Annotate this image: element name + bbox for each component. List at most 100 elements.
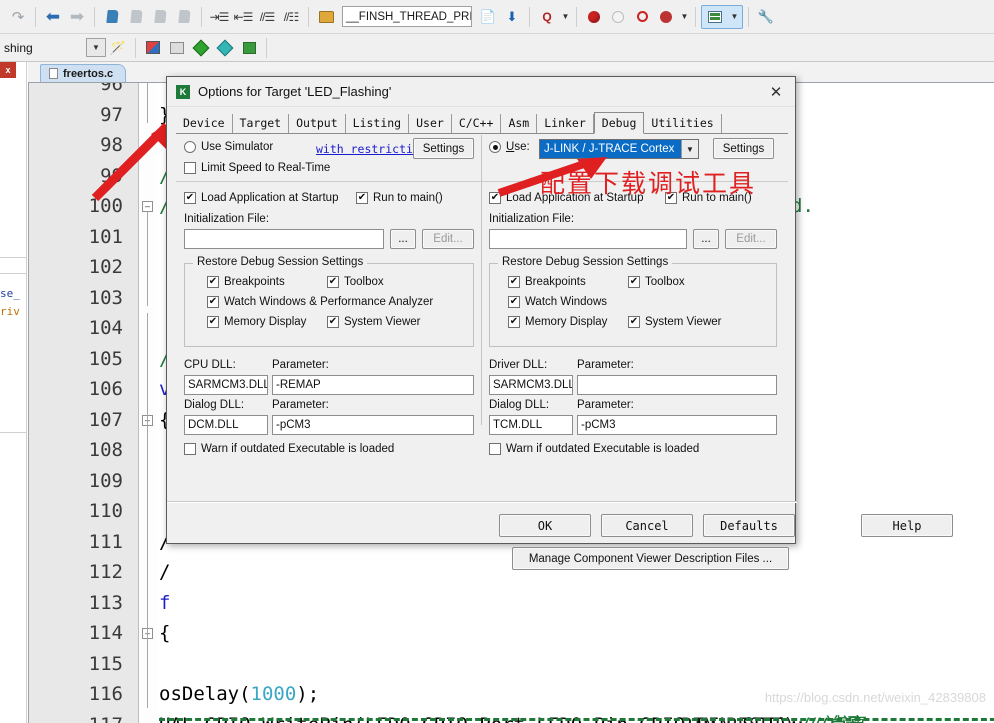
open-file-icon[interactable]	[314, 5, 338, 29]
bookmark-clear-icon[interactable]	[172, 5, 196, 29]
use-driver-radio[interactable]: UUse:se:	[489, 141, 530, 153]
init-file-browse-button-sim[interactable]: ...	[390, 229, 416, 249]
breakpoint-disable-all-icon[interactable]	[630, 5, 654, 29]
breakpoint-insert-icon[interactable]	[582, 5, 606, 29]
dialog-tab-target[interactable]: Target	[233, 114, 290, 133]
line-number: 107	[88, 408, 123, 431]
line-number: 96	[100, 82, 123, 95]
restore-memory-display-sim[interactable]: ✔ Memory Display	[207, 316, 306, 328]
restore-toolbox-drv[interactable]: ✔ Toolbox	[628, 276, 685, 288]
back-arrow-icon[interactable]: ⬅	[41, 5, 65, 29]
checkbox-icon: ✔	[327, 276, 339, 288]
restore-memory-display-drv[interactable]: ✔ Memory Display	[508, 316, 607, 328]
help-button[interactable]: Help	[861, 514, 953, 537]
restore-toolbox-sim[interactable]: ✔ Toolbox	[327, 276, 384, 288]
init-file-input-drv[interactable]	[489, 229, 687, 249]
dialog-param-input-drv[interactable]: -pCM3	[577, 415, 777, 435]
line-number: 104	[88, 317, 123, 339]
manage-components-icon[interactable]	[141, 36, 165, 60]
use-simulator-radio[interactable]: Use Simulator	[184, 141, 273, 153]
ok-button[interactable]: OK	[499, 514, 591, 537]
dialog-tab-asm[interactable]: Asm	[501, 114, 538, 133]
restore-watch-windows-sim[interactable]: ✔ Watch Windows & Performance Analyzer	[207, 296, 433, 308]
warn-outdated-checkbox-drv[interactable]: Warn if outdated Executable is loaded	[489, 443, 699, 455]
document-tab-freertos[interactable]: freertos.c	[40, 64, 127, 82]
init-file-input-sim[interactable]	[184, 229, 384, 249]
dialog-param-input-sim[interactable]: -pCM3	[272, 415, 474, 435]
debug-search-dropdown-icon[interactable]: ▼	[559, 5, 571, 29]
close-icon[interactable]: x	[0, 62, 16, 78]
restore-watch-windows-drv[interactable]: ✔ Watch Windows	[508, 296, 607, 308]
dialog-tab-device[interactable]: Device	[176, 114, 233, 133]
dialog-tab-output[interactable]: Output	[289, 114, 346, 133]
cpu-param-input[interactable]: -REMAP	[272, 375, 474, 395]
line-number: 112	[88, 561, 123, 583]
driver-settings-button[interactable]: Settings	[713, 138, 774, 159]
debug-search-icon[interactable]: Q	[535, 5, 559, 29]
driver-param-input[interactable]	[577, 375, 777, 395]
build-target-icon[interactable]	[213, 36, 237, 60]
translate-icon[interactable]	[189, 36, 213, 60]
build-toolbar: shing ▼ 🪄	[0, 34, 994, 62]
window-manager-icon[interactable]	[703, 5, 727, 29]
run-to-main-checkbox-sim[interactable]: ✔ Run to main()	[356, 192, 443, 204]
breakpoint-disable-icon[interactable]	[606, 5, 630, 29]
restore-breakpoints-drv[interactable]: ✔ Breakpoints	[508, 276, 586, 288]
dialog-tab-utilities[interactable]: Utilities	[644, 114, 722, 133]
build-icon[interactable]: 📄	[476, 5, 500, 29]
bookmark-prev-icon[interactable]	[124, 5, 148, 29]
indent-decrease-icon[interactable]: ⇤☰	[231, 5, 255, 29]
defaults-button[interactable]: Defaults	[703, 514, 795, 537]
driver-dll-input[interactable]: SARMCM3.DLL	[489, 375, 573, 395]
configure-target-icon[interactable]: 🔧	[754, 5, 778, 29]
uncomment-lines-icon[interactable]: //☷	[279, 5, 303, 29]
rail-text-1: se_	[0, 287, 20, 300]
window-manager-group[interactable]: ▼	[701, 4, 743, 29]
chevron-down-icon[interactable]: ▼	[681, 140, 698, 158]
dialog-tab-linker[interactable]: Linker	[537, 114, 594, 133]
divider	[481, 135, 482, 425]
line-number: 108	[88, 439, 123, 461]
manage-component-viewer-button[interactable]: Manage Component Viewer Description File…	[512, 547, 789, 570]
cpu-param-label: Parameter:	[272, 359, 329, 371]
dialog-dll-input-drv[interactable]: TCM.DLL	[489, 415, 573, 435]
dialog-tab-debug[interactable]: Debug	[593, 112, 645, 134]
cancel-button[interactable]: Cancel	[601, 514, 693, 537]
warn-outdated-checkbox-sim[interactable]: Warn if outdated Executable is loaded	[184, 443, 394, 455]
cpu-dll-input[interactable]: SARMCM3.DLL	[184, 375, 268, 395]
breakpoint-kill-all-icon[interactable]	[654, 5, 678, 29]
toolbar-separator	[308, 6, 309, 27]
close-icon[interactable]: ✕	[763, 81, 789, 103]
dialog-tab-user[interactable]: User	[409, 114, 452, 133]
batch-build-icon[interactable]	[165, 36, 189, 60]
limit-speed-checkbox[interactable]: Limit Speed to Real-Time	[184, 162, 330, 174]
driver-param-label: Parameter:	[577, 359, 634, 371]
restore-system-viewer-sim[interactable]: ✔ System Viewer	[327, 316, 420, 328]
rebuild-all-icon[interactable]	[237, 36, 261, 60]
dialog-tab-c-c-[interactable]: C/C++	[452, 114, 502, 133]
checkbox-icon: ✔	[207, 276, 219, 288]
restore-breakpoints-sim[interactable]: ✔ Breakpoints	[207, 276, 285, 288]
dialog-dll-input-sim[interactable]: DCM.DLL	[184, 415, 268, 435]
restore-system-viewer-drv[interactable]: ✔ System Viewer	[628, 316, 721, 328]
line-number: 98	[100, 134, 123, 156]
target-select-dropdown-icon[interactable]: ▼	[86, 38, 106, 57]
bookmark-next-icon[interactable]	[148, 5, 172, 29]
download-icon[interactable]: ⬇	[500, 5, 524, 29]
indent-increase-icon[interactable]: ⇥☰	[207, 5, 231, 29]
init-file-browse-button-drv[interactable]: ...	[693, 229, 719, 249]
breakpoint-dropdown-icon[interactable]: ▼	[678, 5, 690, 29]
load-app-checkbox-sim[interactable]: ✔ Load Application at Startup	[184, 192, 338, 204]
simulator-settings-button[interactable]: Settings	[413, 138, 474, 159]
comment-lines-icon[interactable]: //☰	[255, 5, 279, 29]
bookmark-toggle-icon[interactable]	[100, 5, 124, 29]
line-number: 113	[88, 591, 123, 614]
forward-arrow-icon[interactable]: ➡	[65, 5, 89, 29]
symbol-combo[interactable]: __FINSH_THREAD_PRIORI ▼	[342, 6, 472, 27]
redo-icon[interactable]: ↷	[6, 5, 30, 29]
dialog-tab-listing[interactable]: Listing	[346, 114, 410, 133]
target-options-wand-icon[interactable]: 🪄	[106, 36, 130, 60]
code-folding-column	[139, 83, 157, 723]
window-manager-dropdown-icon[interactable]: ▼	[727, 5, 741, 29]
use-driver-label: UUse:se:	[506, 141, 530, 153]
